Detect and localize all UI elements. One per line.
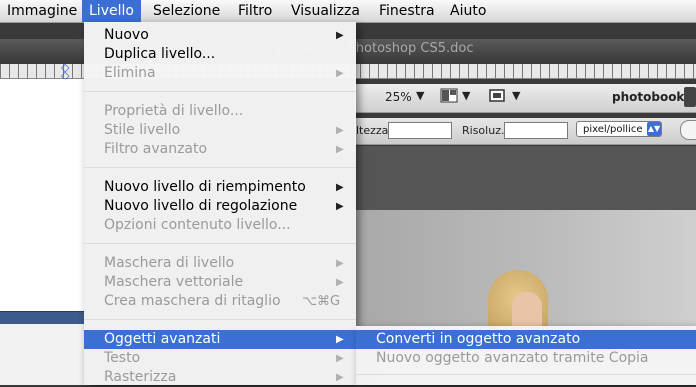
menu-item-proprieta-di-livello: Proprietà di livello...: [104, 103, 244, 119]
menu-item-opzioni-contenuto-livello: Opzioni contenuto livello...: [104, 217, 291, 233]
arrange-dropdown-icon[interactable]: ▼: [462, 89, 470, 102]
shortcut-label: ⌥⌘G: [302, 294, 341, 309]
menu-item-testo: Testo ▶: [104, 350, 344, 366]
submenu-item-converti-oggetto-avanzato[interactable]: Converti in oggetto avanzato: [356, 330, 696, 349]
menu-separator: [84, 319, 356, 320]
menu-separator: [84, 167, 356, 168]
menu-item-oggetti-avanzati[interactable]: Oggetti avanzati ▶: [84, 330, 356, 349]
menu-item-filtro-avanzato: Filtro avanzato ▶: [104, 141, 344, 157]
ruler-indent-marker-icon[interactable]: ◇ ◇: [61, 62, 69, 81]
workspace-switcher[interactable]: [684, 87, 696, 107]
document-page: [0, 79, 84, 311]
zoom-level[interactable]: 25%: [385, 90, 412, 104]
resolution-input[interactable]: [504, 122, 568, 139]
menu-immagine[interactable]: Immagine: [0, 0, 84, 22]
menu-item-nuovo[interactable]: Nuovo ▶: [84, 26, 356, 45]
submenu-arrow-icon: ▶: [336, 182, 344, 193]
menu-item-crea-maschera-di-ritaglio: Crea maschera di ritaglio ⌥⌘G: [104, 293, 341, 309]
submenu-arrow-icon: ▶: [336, 125, 344, 136]
unit-select-arrow-icon[interactable]: ▲▼: [647, 122, 661, 136]
menu-item-duplica-livello[interactable]: Duplica livello...: [84, 45, 356, 64]
front-image-button[interactable]: [680, 120, 696, 140]
menu-bar: Immagine Livello Selezione Filtro Visual…: [0, 0, 696, 23]
document-page-lower: [0, 324, 84, 385]
height-input[interactable]: [388, 122, 452, 139]
menu-aiuto[interactable]: Aiuto: [443, 0, 493, 22]
menu-item-rasterizza: Rasterizza ▶: [104, 369, 344, 385]
submenu-item-nuovo-oggetto-avanzato-copia: Nuovo oggetto avanzato tramite Copia: [376, 350, 649, 366]
menu-item-maschera-di-livello: Maschera di livello ▶: [104, 255, 344, 271]
submenu-arrow-icon: ▶: [336, 30, 344, 41]
menu-separator: [84, 91, 356, 92]
resolution-label: Risoluz.:: [462, 124, 509, 137]
livello-menu: Nuovo ▶ Duplica livello... Elimina ▶ Pro…: [84, 22, 356, 385]
menu-item-nuovo-livello-regolazione[interactable]: Nuovo livello di regolazione ▶: [84, 197, 356, 216]
menu-filtro[interactable]: Filtro: [231, 0, 279, 22]
menu-item-maschera-vettoriale: Maschera vettoriale ▶: [104, 274, 344, 290]
oggetti-avanzati-submenu: Converti in oggetto avanzato Nuovo ogget…: [356, 326, 696, 385]
menu-visualizza[interactable]: Visualizza: [284, 0, 367, 22]
menu-livello[interactable]: Livello: [82, 0, 141, 22]
screen-mode-dropdown-icon[interactable]: ▼: [512, 89, 520, 102]
arrange-documents-icon[interactable]: [440, 88, 458, 106]
submenu-arrow-icon: ▶: [336, 334, 344, 345]
screen-mode-icon[interactable]: [488, 88, 506, 106]
menu-finestra[interactable]: Finestra: [372, 0, 442, 22]
menu-selezione[interactable]: Selezione: [146, 0, 227, 22]
menu-separator: [84, 243, 356, 244]
menu-item-nuovo-livello-riempimento[interactable]: Nuovo livello di riempimento ▶: [84, 178, 356, 197]
menu-item-elimina: Elimina ▶: [104, 65, 344, 81]
menu-item-stile-livello: Stile livello ▶: [104, 122, 344, 138]
submenu-arrow-icon: ▶: [336, 144, 344, 155]
submenu-arrow-icon: ▶: [336, 201, 344, 212]
submenu-arrow-icon: ▶: [336, 372, 344, 383]
submenu-arrow-icon: ▶: [336, 353, 344, 364]
menu-separator: [356, 374, 696, 375]
submenu-arrow-icon: ▶: [336, 68, 344, 79]
submenu-arrow-icon: ▶: [336, 258, 344, 269]
height-label: ltezza:: [356, 124, 393, 137]
zoom-dropdown-icon[interactable]: ▼: [416, 89, 424, 102]
workspace-name[interactable]: photobook: [612, 90, 684, 104]
submenu-arrow-icon: ▶: [336, 277, 344, 288]
status-strip: [0, 312, 84, 324]
